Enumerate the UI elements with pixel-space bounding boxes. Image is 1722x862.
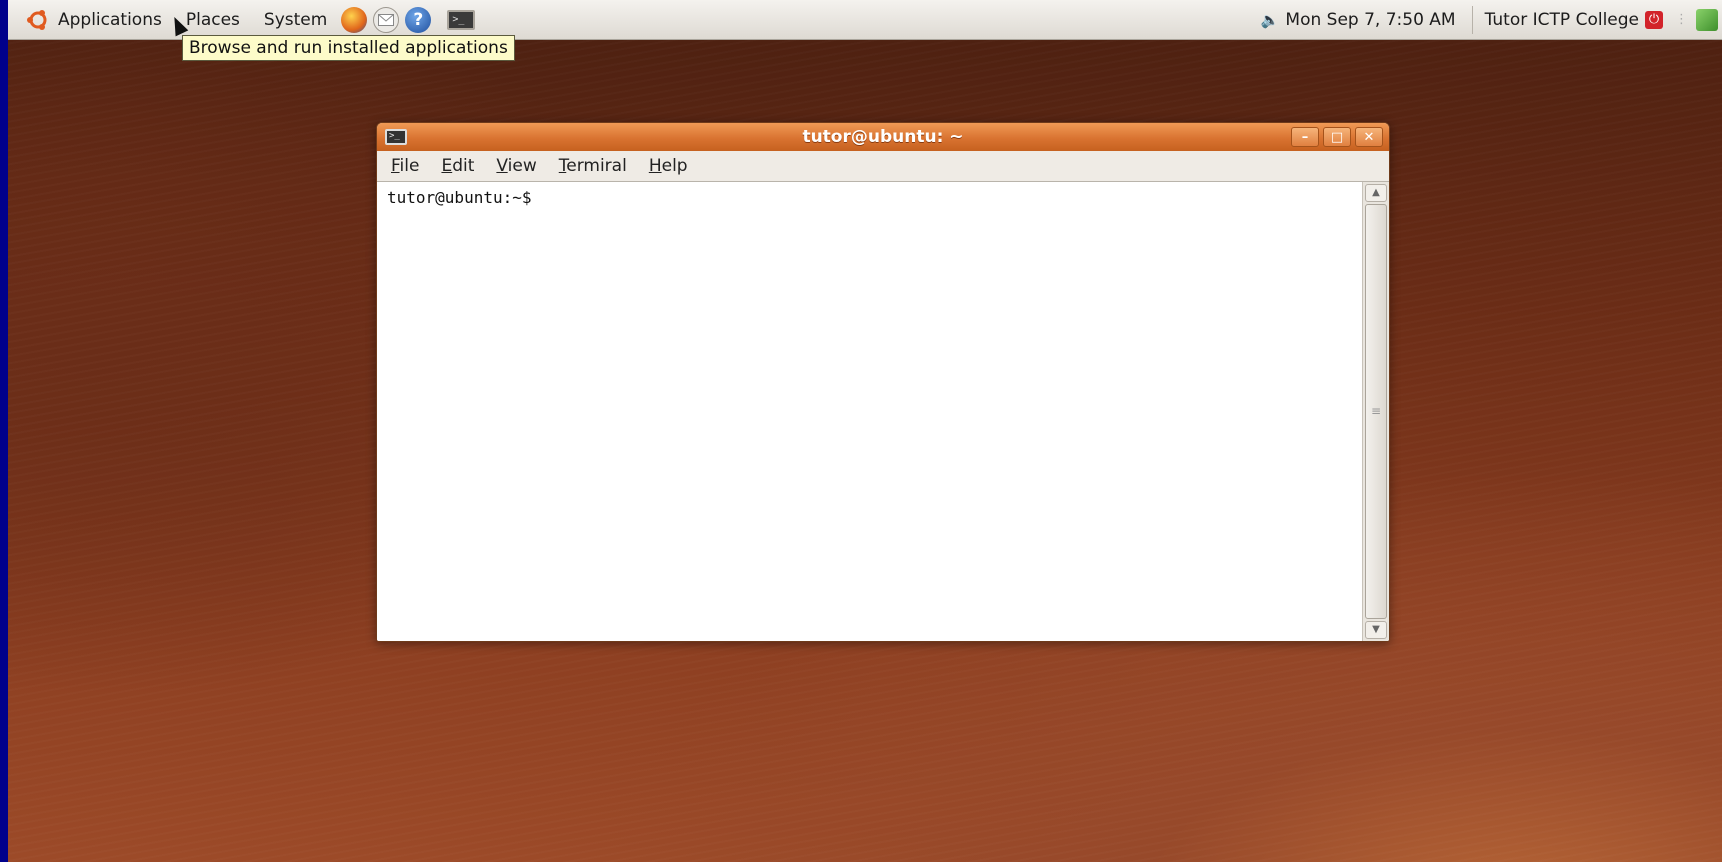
panel-tray: 🔈 Mon Sep 7, 7:50 AM Tutor ICTP College … — [1261, 0, 1722, 39]
menu-help[interactable]: Help — [649, 156, 688, 176]
menu-bar: File Edit View Termiral Help — [377, 151, 1389, 181]
window-controls: – □ ✕ — [1291, 127, 1383, 147]
terminal-prompt: tutor@ubuntu:~$ — [387, 188, 532, 207]
maximize-button[interactable]: □ — [1323, 127, 1351, 147]
ubuntu-logo-icon[interactable] — [26, 8, 50, 32]
user-switcher[interactable]: Tutor ICTP College — [1485, 10, 1639, 30]
terminal-area[interactable]: tutor@ubuntu:~$ ▲ ≡ ▼ — [377, 181, 1389, 641]
close-button[interactable]: ✕ — [1355, 127, 1383, 147]
firefox-icon[interactable] — [341, 6, 368, 33]
clock[interactable]: Mon Sep 7, 7:50 AM — [1285, 10, 1455, 30]
volume-icon[interactable]: 🔈 — [1261, 11, 1280, 29]
title-bar[interactable]: >_ tutor@ubuntu: ~ – □ ✕ — [377, 123, 1389, 151]
top-panel: Applications Places System ? >_ 🔈 Mon Se… — [8, 0, 1722, 40]
applications-menu[interactable]: Applications — [58, 10, 162, 30]
menu-view[interactable]: View — [496, 156, 536, 176]
system-menu[interactable]: System — [264, 10, 327, 30]
vertical-scrollbar[interactable]: ▲ ≡ ▼ — [1362, 182, 1389, 641]
tooltip: Browse and run installed applications — [182, 35, 515, 61]
scroll-up-button[interactable]: ▲ — [1365, 184, 1387, 202]
minimize-button[interactable]: – — [1291, 127, 1319, 147]
menu-edit[interactable]: Edit — [441, 156, 474, 176]
scroll-grip-icon: ≡ — [1370, 403, 1382, 418]
menu-terminal[interactable]: Termiral — [559, 156, 627, 176]
power-icon[interactable]: ⏻ — [1645, 10, 1663, 29]
panel-grip-icon: ⋮ — [1675, 12, 1688, 27]
panel-separator — [1471, 5, 1473, 34]
menu-file[interactable]: File — [391, 156, 419, 176]
mail-icon[interactable] — [373, 6, 400, 33]
launchers: ? >_ — [341, 6, 476, 33]
terminal-icon[interactable]: >_ — [447, 9, 476, 30]
network-icon[interactable] — [1696, 8, 1718, 31]
terminal-window[interactable]: >_ tutor@ubuntu: ~ – □ ✕ File Edit View … — [376, 122, 1390, 642]
places-menu[interactable]: Places — [186, 10, 240, 30]
desktop: Applications Places System ? >_ 🔈 Mon Se… — [8, 0, 1722, 862]
scroll-thumb[interactable]: ≡ — [1365, 204, 1387, 619]
scroll-down-button[interactable]: ▼ — [1365, 621, 1387, 639]
window-title: tutor@ubuntu: ~ — [802, 127, 964, 147]
help-icon[interactable]: ? — [405, 6, 432, 33]
